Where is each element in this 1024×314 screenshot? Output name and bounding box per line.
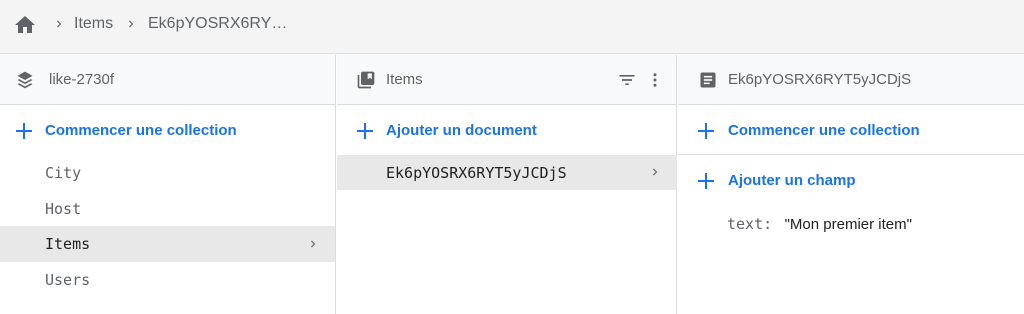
collection-name: Items [45,235,91,253]
collection-item-host[interactable]: Host [0,191,335,227]
collection-item-city[interactable]: City [0,155,335,191]
chevron-right-icon [129,20,134,28]
add-document-label: Ajouter un document [386,122,537,139]
document-id: Ek6pYOSRX6RYT5yJCDjS [386,164,567,182]
document-item[interactable]: Ek6pYOSRX6RYT5yJCDjS [337,155,677,190]
breadcrumb-item-collection[interactable]: Items [74,15,113,33]
plus-icon [698,173,714,189]
plus-icon [698,123,714,139]
home-icon[interactable] [13,13,37,37]
collection-item-items[interactable]: Items [0,226,335,262]
add-field-button[interactable]: Ajouter un champ [678,156,1024,205]
more-vert-icon[interactable] [646,69,664,91]
firestore-icon [17,71,33,89]
project-title: like-2730f [49,71,115,88]
chevron-right-icon [57,20,62,28]
document-field[interactable]: text: "Mon premier item" [727,215,912,234]
collection-name: Users [45,271,91,289]
collection-column: Items Ajouter un document Ek6pYOSRX6RYT5… [337,55,677,314]
start-collection-label: Commencer une collection [45,122,237,139]
document-title: Ek6pYOSRX6RYT5yJCDjS [728,71,912,88]
start-subcollection-button[interactable]: Commencer une collection [678,106,1024,155]
chevron-right-icon [653,168,658,176]
breadcrumb-item-document[interactable]: Ek6pYOSRX6RY… [148,15,287,33]
breadcrumb: Items Ek6pYOSRX6RY… [0,0,1024,54]
add-field-label: Ajouter un champ [728,172,856,189]
field-value: "Mon premier item" [784,216,912,233]
filter-icon[interactable] [616,70,638,90]
collection-name: City [45,164,82,182]
collection-item-users[interactable]: Users [0,262,335,298]
start-subcollection-label: Commencer une collection [728,122,920,139]
collection-column-header: Items [337,55,676,105]
root-column-header: like-2730f [0,55,335,105]
field-key: text: [727,215,773,233]
document-column: Ek6pYOSRX6RYT5yJCDjS Commencer une colle… [678,55,1024,314]
collection-icon [357,71,375,89]
document-icon [700,72,716,88]
document-column-header: Ek6pYOSRX6RYT5yJCDjS [678,55,1024,105]
collection-title: Items [386,71,423,88]
add-document-button[interactable]: Ajouter un document [337,106,676,155]
start-collection-button[interactable]: Commencer une collection [0,106,335,155]
root-column: like-2730f Commencer une collection City… [0,55,336,314]
plus-icon [16,123,32,139]
collection-name: Host [45,200,82,218]
plus-icon [357,123,373,139]
chevron-right-icon [311,240,316,248]
